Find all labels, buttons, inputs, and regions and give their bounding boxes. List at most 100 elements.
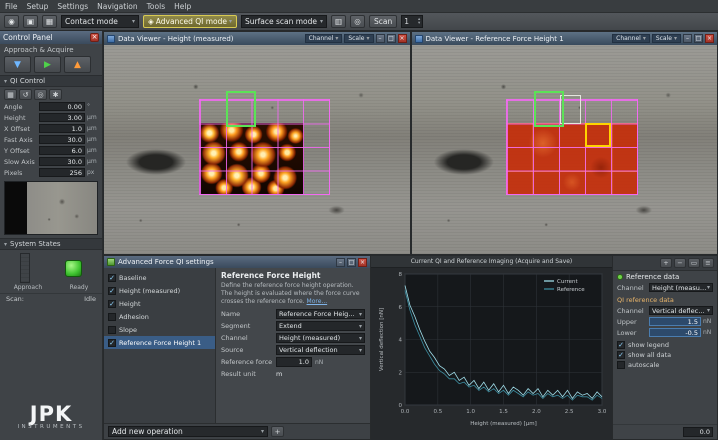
tree-item[interactable]: Height (measured) — [104, 284, 215, 297]
param-value-input[interactable]: 30.0 — [39, 157, 85, 166]
minimize-icon[interactable]: – — [336, 258, 345, 267]
number-input[interactable]: 1.5 — [649, 317, 701, 326]
close-icon[interactable]: × — [398, 34, 407, 43]
settings-button[interactable]: ✱ — [49, 89, 62, 100]
scale-select[interactable]: Scale▾ — [344, 34, 373, 43]
tree-item[interactable]: Slope — [104, 323, 215, 336]
tree-item[interactable]: Baseline — [104, 271, 215, 284]
checkbox[interactable] — [108, 313, 116, 321]
note-link[interactable]: More... — [307, 298, 328, 305]
scan-mode-select[interactable]: Surface scan mode ▾ — [241, 15, 327, 28]
checkbox[interactable] — [108, 300, 116, 308]
offset-input[interactable]: 0.0 — [683, 427, 713, 437]
field-select[interactable]: Vertical deflection▾ — [276, 345, 365, 355]
checkbox[interactable] — [617, 351, 625, 359]
viewer-title-bar[interactable]: Data Viewer - Reference Force Height 1 C… — [412, 32, 718, 45]
chart-area[interactable]: 0.00.51.01.52.02.53.002468CurrentReferen… — [371, 268, 612, 440]
option-row[interactable]: show legend — [613, 340, 717, 350]
target-button[interactable]: ◎ — [34, 89, 47, 100]
feedback-mode-value: Contact mode — [65, 17, 118, 26]
fit-view-button[interactable]: ▭ — [688, 258, 700, 268]
param-value-input[interactable]: 30.0 — [39, 135, 85, 144]
zoom-in-button[interactable]: + — [660, 258, 672, 268]
channel-select[interactable]: Height (measured) ▾ — [649, 283, 713, 292]
active-tile-outline[interactable] — [585, 123, 611, 147]
viewer-canvas[interactable] — [104, 45, 410, 254]
grid-setup-button[interactable]: ▦ — [4, 89, 17, 100]
add-operation-button[interactable]: + — [271, 426, 284, 437]
menu-settings[interactable]: Settings — [57, 2, 88, 11]
scale-select[interactable]: Scale▾ — [652, 34, 681, 43]
field-select[interactable]: Extend▾ — [276, 321, 365, 331]
y-tick-label: 4 — [399, 338, 403, 344]
field-label: Reference force — [221, 358, 273, 366]
feedback-mode-select[interactable]: Contact mode ▾ — [61, 15, 139, 28]
add-operation-select[interactable]: Add new operation ▾ — [108, 426, 268, 437]
checkbox[interactable] — [108, 339, 116, 347]
field-number-input[interactable]: 1.0 — [276, 357, 312, 367]
crosshair-button[interactable]: ◎ — [350, 15, 365, 28]
menu-tools[interactable]: Tools — [147, 2, 165, 11]
number-input[interactable]: -0.5 — [649, 328, 701, 337]
channel-row: Channel Height (measured) ▾ — [613, 282, 717, 293]
retract-button[interactable]: ▲ — [64, 56, 91, 73]
run-button[interactable]: ▶ — [34, 56, 61, 73]
maximize-icon[interactable]: □ — [694, 34, 703, 43]
maximize-icon[interactable]: □ — [387, 34, 396, 43]
laser-button[interactable]: ◉ — [4, 15, 19, 28]
field-select[interactable]: Height (measured)▾ — [276, 333, 365, 343]
tree-item[interactable]: Reference Force Height 1 — [104, 336, 215, 349]
channel-select[interactable]: Channel▾ — [305, 34, 343, 43]
system-states-header[interactable]: ▾ System States — [0, 238, 102, 250]
qi-mode-button[interactable]: ◈ Advanced QI mode ▾ — [143, 15, 237, 28]
minimize-icon[interactable]: – — [376, 34, 385, 43]
tree-item[interactable]: Height — [104, 297, 215, 310]
close-icon[interactable]: × — [90, 33, 99, 42]
param-value-input[interactable]: 6.0 — [39, 146, 85, 155]
camera-view-thumbnail[interactable] — [4, 181, 98, 235]
param-value-input[interactable]: 1.0 — [39, 124, 85, 133]
menu-setup[interactable]: Setup — [27, 2, 49, 11]
scan-region-outline[interactable] — [226, 91, 256, 128]
close-icon[interactable]: × — [358, 258, 367, 267]
scan-region-outline[interactable] — [534, 91, 564, 128]
checkbox[interactable] — [108, 326, 116, 334]
camera-button[interactable]: ▣ — [23, 15, 38, 28]
form-row: SegmentExtend▾ — [221, 320, 365, 332]
maximize-icon[interactable]: □ — [347, 258, 356, 267]
zoom-out-button[interactable]: − — [674, 258, 686, 268]
minimize-icon[interactable]: – — [683, 34, 692, 43]
channel-select[interactable]: Channel▾ — [612, 34, 650, 43]
qi-control-section-header[interactable]: ▾ QI Control — [0, 75, 102, 87]
reload-button[interactable]: ↺ — [19, 89, 32, 100]
approach-button[interactable]: ▼ — [4, 56, 31, 73]
grid-button[interactable]: ▥ — [331, 15, 346, 28]
field-select[interactable]: Reference Force Height 1▾ — [276, 309, 365, 319]
qi-panel-title-bar[interactable]: Advanced Force QI settings – □ × — [104, 256, 370, 268]
menu-file[interactable]: File — [5, 2, 18, 11]
source-value: Vertical deflection — [652, 307, 707, 315]
viewer-title-bar[interactable]: Data Viewer - Height (measured) Channel▾… — [104, 32, 410, 45]
menu-navigation[interactable]: Navigation — [97, 2, 137, 11]
checkbox[interactable] — [617, 361, 625, 369]
source-select[interactable]: Vertical deflection ▾ — [649, 306, 713, 315]
checkbox[interactable] — [108, 287, 116, 295]
menu-help[interactable]: Help — [174, 2, 191, 11]
checkbox[interactable] — [108, 274, 116, 282]
scan-parameters: Angle0.00°Height3.00µmX Offset1.0µmFast … — [0, 101, 102, 178]
param-value-input[interactable]: 256 — [39, 168, 85, 177]
checkbox[interactable] — [617, 341, 625, 349]
stage-button[interactable]: ▦ — [42, 15, 57, 28]
param-value-input[interactable]: 3.00 — [39, 113, 85, 122]
option-row[interactable]: show all data — [613, 350, 717, 360]
option-row[interactable]: autoscale — [613, 360, 717, 370]
close-icon[interactable]: × — [705, 34, 714, 43]
tree-item-label: Height (measured) — [119, 287, 180, 295]
param-value-input[interactable]: 0.00 — [39, 102, 85, 111]
tree-item[interactable]: Adhesion — [104, 310, 215, 323]
scan-button[interactable]: Scan — [369, 15, 397, 28]
scan-count-stepper[interactable]: 1 ▴▾ — [401, 15, 423, 28]
viewer-title-controls: Channel▾ Scale▾ – □ × — [612, 34, 714, 43]
menu-button[interactable]: ≡ — [702, 258, 714, 268]
viewer-canvas[interactable] — [412, 45, 718, 254]
